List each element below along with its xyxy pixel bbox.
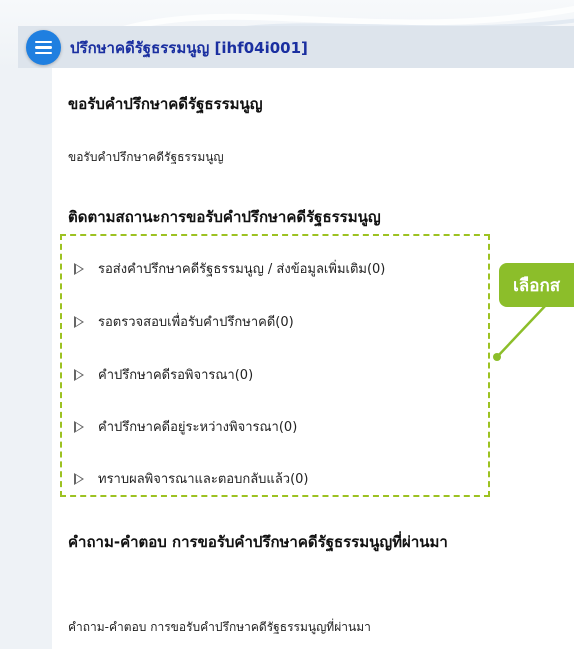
status-item-label: คำปรึกษาคดีอยู่ระหว่างพิจารณา(0) xyxy=(98,420,298,435)
page-title: ปรึกษาคดีรัฐธรรมนูญ [ihf04i001] xyxy=(70,39,308,57)
hamburger-menu-button[interactable] xyxy=(26,30,61,65)
menu-icon xyxy=(35,38,52,58)
request-heading: ขอรับคำปรึกษาคดีรัฐธรรมนูญ xyxy=(68,95,263,113)
qa-link[interactable]: คำถาม-คำตอบ การขอรับคำปรึกษาคดีรัฐธรรมนู… xyxy=(68,618,371,637)
callout-text: เลือกส xyxy=(513,275,561,296)
tracking-heading: ติดตามสถานะการขอรับคำปรึกษาคดีรัฐธรรมนูญ xyxy=(68,208,381,226)
status-item-label: คำปรึกษาคดีรอพิจารณา(0) xyxy=(98,368,254,383)
status-item-completed[interactable]: ทราบผลพิจารณาและตอบกลับแล้ว(0) xyxy=(74,468,309,489)
status-item-awaiting-consideration[interactable]: คำปรึกษาคดีรอพิจารณา(0) xyxy=(74,364,253,385)
page-header: ปรึกษาคดีรัฐธรรมนูญ [ihf04i001] xyxy=(18,26,574,68)
play-triangle-icon xyxy=(74,420,84,433)
status-item-pending-submit[interactable]: รอส่งคำปรึกษาคดีรัฐธรรมนูญ / ส่งข้อมูลเพ… xyxy=(74,258,385,279)
guide-callout: เลือกส xyxy=(499,263,574,307)
play-triangle-icon xyxy=(74,262,84,275)
play-triangle-icon xyxy=(74,368,84,381)
play-triangle-icon xyxy=(74,472,84,485)
status-item-pending-review[interactable]: รอตรวจสอบเพื่อรับคำปรึกษาคดี(0) xyxy=(74,311,294,332)
qa-heading: คำถาม-คำตอบ การขอรับคำปรึกษาคดีรัฐธรรมนู… xyxy=(68,533,448,551)
play-triangle-icon xyxy=(74,315,84,328)
status-item-label: รอส่งคำปรึกษาคดีรัฐธรรมนูญ / ส่งข้อมูลเพ… xyxy=(98,262,386,277)
request-link[interactable]: ขอรับคำปรึกษาคดีรัฐธรรมนูญ xyxy=(68,148,224,167)
status-item-label: รอตรวจสอบเพื่อรับคำปรึกษาคดี(0) xyxy=(98,315,294,330)
status-item-under-consideration[interactable]: คำปรึกษาคดีอยู่ระหว่างพิจารณา(0) xyxy=(74,416,297,437)
status-item-label: ทราบผลพิจารณาและตอบกลับแล้ว(0) xyxy=(98,472,309,487)
